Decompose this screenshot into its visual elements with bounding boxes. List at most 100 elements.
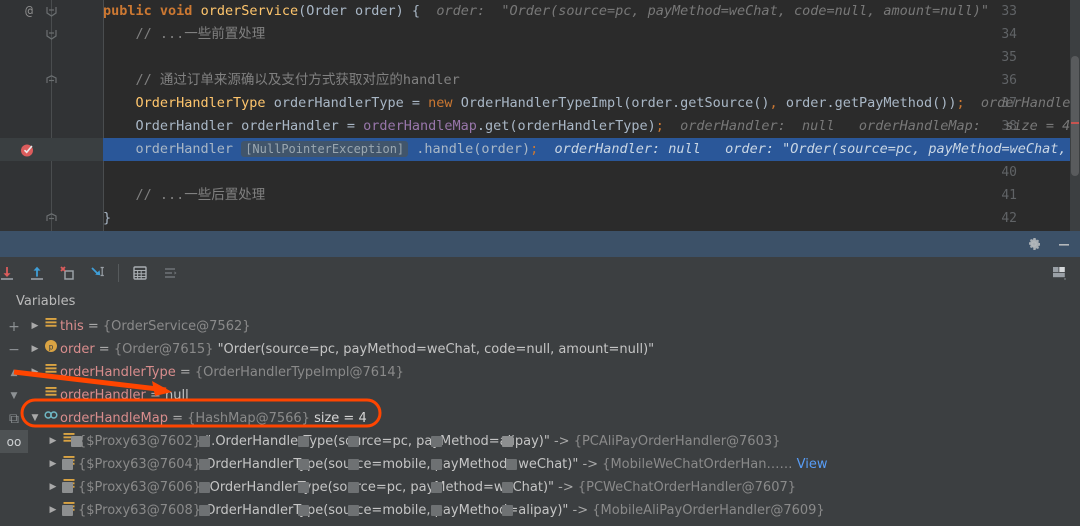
chevron-right-icon[interactable]: ▶: [46, 499, 60, 522]
code-line[interactable]: [103, 46, 1080, 69]
tab-variables[interactable]: Variables: [16, 289, 75, 315]
code-fold-collapse-down-icon[interactable]: [44, 0, 59, 23]
variable-row[interactable]: ▶ {$Proxy63@7608} OrderHandlerType(source…: [28, 499, 1068, 522]
add-watch-button[interactable]: +: [0, 315, 28, 338]
redaction-block: [348, 505, 360, 516]
chevron-down-icon[interactable]: ▼: [28, 407, 42, 430]
variable-text: {$Proxy63@7604} OrderHandlerType(source=…: [78, 457, 828, 472]
variables-tree[interactable]: ▶ this = {OrderService@7562} ▶ p order = {Or…: [28, 315, 1068, 526]
variable-row[interactable]: ▶ orderHandlerType = {OrderHandlerTypeImp…: [28, 361, 1068, 384]
evaluate-expression-button[interactable]: [127, 260, 153, 286]
redaction-block: [505, 459, 517, 470]
editor-scrollbar-thumb[interactable]: [1071, 56, 1079, 176]
annotation-marker-icon[interactable]: @: [21, 0, 37, 23]
variable-text: this = {OrderService@7562}: [60, 319, 251, 334]
code-fold-collapse-up-icon[interactable]: [44, 69, 59, 92]
redaction-block: [61, 459, 73, 470]
force-step-into-button[interactable]: [54, 260, 80, 286]
move-up-button[interactable]: ▲: [0, 361, 28, 384]
redaction-block: [502, 436, 514, 447]
redaction-block: [298, 505, 310, 516]
minimize-icon[interactable]: [1056, 236, 1072, 252]
chevron-right-icon[interactable]: ▶: [46, 476, 60, 499]
current-line-gutter-highlight: [0, 138, 103, 161]
variable-text: order = {Order@7615} "Order(source=pc, p…: [60, 342, 655, 357]
watches-icon: oo: [6, 434, 22, 449]
debugger-toolbar: [0, 257, 1080, 290]
code-line[interactable]: [103, 161, 1080, 184]
step-into-button[interactable]: [24, 260, 50, 286]
map-icon: [42, 407, 60, 430]
code-line[interactable]: // 通过订单来源确以及支付方式获取对应的handler: [103, 69, 1080, 92]
variable-row[interactable]: ▶ this = {OrderService@7562}: [28, 315, 1068, 338]
debugger-panel-header: [0, 231, 1080, 258]
code-line[interactable]: }: [103, 207, 1080, 230]
code-line[interactable]: OrderHandler orderHandler = orderHandleM…: [103, 115, 1080, 138]
redaction-block: [199, 436, 211, 447]
redaction-block: [348, 459, 360, 470]
field-icon: [42, 384, 60, 407]
redaction-block: [430, 459, 442, 470]
add-watch-icon: +: [8, 318, 20, 335]
redaction-block: [502, 505, 514, 516]
layout-icon[interactable]: [157, 260, 183, 286]
variable-text: orderHandleMap = {HashMap@7566} size = 4: [60, 411, 367, 426]
redaction-block: [199, 482, 211, 493]
editor-error-marker[interactable]: [1071, 122, 1079, 124]
redaction-block: [61, 482, 73, 493]
variable-row[interactable]: ▶ {$Proxy63@7606} :OrderHandlerType(sourc…: [28, 476, 1068, 499]
variable-row[interactable]: orderHandler = null: [28, 384, 1068, 407]
debugger-tabs-row: Variables: [0, 289, 1080, 316]
code-fold-collapse-down-icon[interactable]: [44, 23, 59, 46]
chevron-right-icon[interactable]: ▶: [28, 315, 42, 338]
move-up-icon: ▲: [10, 367, 18, 378]
chevron-right-icon[interactable]: ▶: [28, 338, 42, 361]
variable-row[interactable]: ▶ {$Proxy63@7604} OrderHandlerType(source…: [28, 453, 1068, 476]
redaction-block: [71, 436, 83, 447]
variable-text: orderHandlerType = {OrderHandlerTypeImpl…: [60, 365, 404, 380]
code-fold-collapse-up-icon[interactable]: [44, 207, 59, 230]
ide-debug-screenshot: 33 @ public void orderService(Order order)…: [0, 0, 1080, 526]
chevron-right-icon[interactable]: ▶: [28, 361, 42, 384]
redaction-block: [199, 459, 211, 470]
watches-button[interactable]: oo: [0, 430, 28, 453]
restore-layout-icon[interactable]: [1046, 260, 1072, 286]
redaction-block: [430, 436, 442, 447]
svg-text:p: p: [49, 342, 54, 351]
breakpoint-icon[interactable]: [20, 142, 36, 158]
debugger-panel: Variables + − ▲ ▼ ⧉ oo ▶ this = {OrderService@…: [0, 231, 1080, 526]
redaction-block: [298, 436, 310, 447]
variable-row[interactable]: ▶ p order = {Order@7615} "Order(source=pc,…: [28, 338, 1068, 361]
remove-watch-button[interactable]: −: [0, 338, 28, 361]
variable-row[interactable]: ▶ {$Proxy63@7602} ".OrderHandlerType(sour…: [28, 430, 1068, 453]
param-icon: p: [42, 338, 60, 361]
copy-value-button[interactable]: ⧉: [0, 407, 28, 430]
redaction-block: [298, 459, 310, 470]
redaction-block: [348, 482, 360, 493]
chevron-right-icon[interactable]: ▶: [46, 430, 60, 453]
redaction-block: [199, 505, 211, 516]
variables-side-toolbar: + − ▲ ▼ ⧉ oo: [0, 315, 28, 526]
code-line[interactable]: public void orderService(Order order) { …: [103, 0, 1080, 23]
field-icon: [42, 361, 60, 384]
code-editor: 33 @ public void orderService(Order order)…: [0, 0, 1080, 231]
editor-scrollbar-track[interactable]: [1070, 0, 1080, 231]
gear-icon[interactable]: [1026, 236, 1042, 252]
code-line[interactable]: // ...一些前置处理: [103, 23, 1080, 46]
variable-text: orderHandler = null: [60, 388, 189, 403]
variable-row[interactable]: ▼ orderHandleMap = {HashMap@7566} size = …: [28, 407, 1068, 430]
field-icon: [42, 315, 60, 338]
copy-value-icon: ⧉: [9, 410, 19, 427]
toolbar-separator: [118, 264, 119, 282]
redaction-block: [348, 436, 360, 447]
move-down-button[interactable]: ▼: [0, 384, 28, 407]
code-line[interactable]: // ...一些后置处理: [103, 184, 1080, 207]
remove-watch-icon: −: [8, 341, 20, 358]
redaction-block: [298, 482, 310, 493]
code-line[interactable]: orderHandler [NullPointerException] .han…: [103, 138, 1080, 161]
step-out-button[interactable]: [84, 260, 110, 286]
step-over-button[interactable]: [0, 260, 20, 286]
code-line[interactable]: OrderHandlerType orderHandlerType = new …: [103, 92, 1080, 115]
variables-scrollbar-track[interactable]: [1068, 315, 1080, 526]
chevron-right-icon[interactable]: ▶: [46, 453, 60, 476]
